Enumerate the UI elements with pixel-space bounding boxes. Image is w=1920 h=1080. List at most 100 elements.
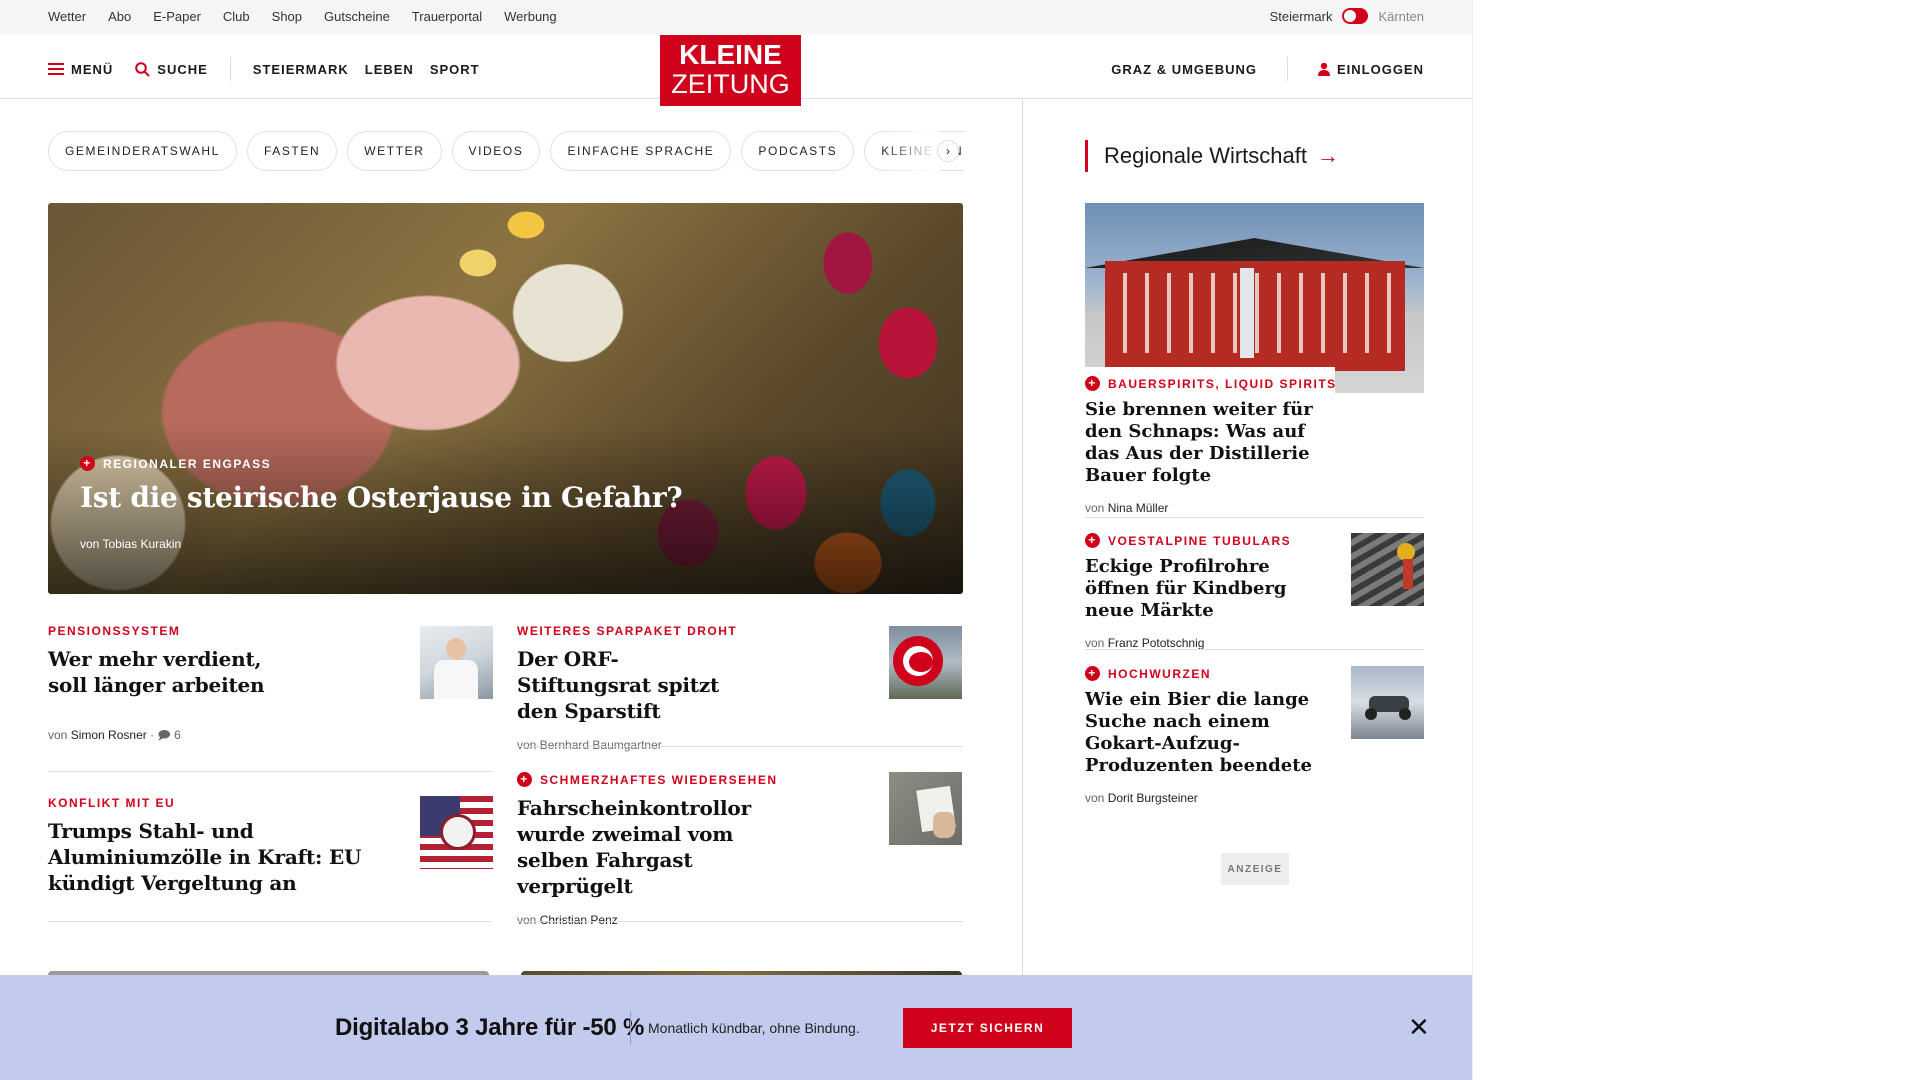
login-button[interactable]: EINLOGGEN bbox=[1317, 61, 1424, 77]
author-name: Nina Müller bbox=[1107, 501, 1169, 515]
utility-link-epaper[interactable]: E-Paper bbox=[153, 9, 201, 24]
utility-link-werbung[interactable]: Werbung bbox=[504, 9, 557, 24]
header-nav-left: MENÜ SUCHE STEIERMARK LEBEN SPORT bbox=[48, 57, 480, 81]
row-divider bbox=[517, 746, 963, 747]
header-nav-right: GRAZ & UMGEBUNG EINLOGGEN bbox=[1111, 57, 1424, 81]
chips-next-button[interactable]: › bbox=[937, 140, 959, 162]
sidebar-lead-image[interactable] bbox=[1085, 203, 1424, 393]
sidebar-thumbnail bbox=[1351, 533, 1424, 606]
teaser-title[interactable]: Trumps Stahl- und Aluminiumzölle in Kraf… bbox=[48, 818, 408, 896]
header-divider-right bbox=[1286, 57, 1288, 81]
chip-videos[interactable]: VIDEOS bbox=[451, 131, 541, 171]
author-name: Franz Pototschnig bbox=[1107, 636, 1205, 650]
utility-link-club[interactable]: Club bbox=[223, 9, 250, 24]
sidebar-meta: von Nina Müller bbox=[1085, 501, 1424, 515]
teaser-thumbnail bbox=[889, 772, 962, 845]
meta-separator: · bbox=[150, 728, 155, 742]
nav-leben[interactable]: LEBEN bbox=[365, 62, 414, 77]
plus-icon: + bbox=[517, 772, 532, 787]
author-prefix: von bbox=[1085, 501, 1105, 515]
author-prefix: von bbox=[1085, 636, 1105, 650]
nav-sport[interactable]: SPORT bbox=[430, 62, 480, 77]
sidebar-title[interactable]: Sie brennen weiter für den Schnaps: Was … bbox=[1085, 399, 1330, 487]
chip-podcasts[interactable]: PODCASTS bbox=[741, 131, 855, 171]
sidebar-article-bauerspirits[interactable]: + BAUERSPIRITS, LIQUID SPIRITS Sie brenn… bbox=[1085, 376, 1424, 515]
author-name: Bernhard Baumgartner bbox=[539, 738, 662, 752]
nav-steiermark[interactable]: STEIERMARK bbox=[253, 62, 349, 77]
teaser-thumbnail bbox=[420, 626, 493, 699]
teaser-kicker-text: SCHMERZHAFTES WIEDERSEHEN bbox=[540, 772, 778, 787]
author-prefix: von bbox=[48, 728, 68, 742]
teaser-thumbnail bbox=[889, 626, 962, 699]
menu-button[interactable]: MENÜ bbox=[48, 62, 113, 77]
region-link[interactable]: GRAZ & UMGEBUNG bbox=[1111, 62, 1257, 77]
hero-article[interactable]: + REGIONALER ENGPASS Ist die steirische … bbox=[48, 203, 963, 594]
teaser-title[interactable]: Der ORF-Stiftungsrat spitzt den Sparstif… bbox=[517, 646, 747, 724]
plus-icon: + bbox=[1085, 376, 1100, 391]
utility-link-shop[interactable]: Shop bbox=[272, 9, 302, 24]
row-divider bbox=[1085, 649, 1424, 650]
region-steiermark[interactable]: Steiermark bbox=[1270, 9, 1333, 24]
utility-bar: Wetter Abo E-Paper Club Shop Gutscheine … bbox=[0, 0, 1472, 34]
arrow-right-icon: → bbox=[1316, 143, 1339, 168]
close-icon[interactable]: ✕ bbox=[1408, 1013, 1430, 1041]
region-toggle[interactable] bbox=[1342, 8, 1369, 24]
promo-cta-button[interactable]: JETZT SICHERN bbox=[903, 1008, 1072, 1048]
hero-title[interactable]: Ist die steirische Osterjause in Gefahr? bbox=[80, 481, 683, 515]
chip-wetter[interactable]: WETTER bbox=[347, 131, 442, 171]
teaser-meta: von Bernhard Baumgartner bbox=[517, 738, 962, 752]
sidebar-title[interactable]: Eckige Profilrohre öffnen für Kindberg n… bbox=[1085, 556, 1330, 622]
ad-label: ANZEIGE bbox=[1221, 853, 1289, 885]
teaser-meta: von Christian Penz bbox=[517, 913, 962, 927]
site-header: MENÜ SUCHE STEIERMARK LEBEN SPORT KLEINE… bbox=[0, 34, 1472, 106]
utility-link-abo[interactable]: Abo bbox=[108, 9, 131, 24]
logo-line-2: ZEITUNG bbox=[671, 69, 790, 99]
search-button[interactable]: SUCHE bbox=[135, 62, 208, 77]
chip-einfache-sprache[interactable]: EINFACHE SPRACHE bbox=[550, 131, 732, 171]
plus-icon: + bbox=[80, 456, 95, 471]
hero-kicker-text: REGIONALER ENGPASS bbox=[103, 456, 272, 471]
sidebar-heading[interactable]: Regionale Wirtschaft → bbox=[1085, 140, 1339, 172]
chip-gemeinderatswahl[interactable]: GEMEINDERATSWAHL bbox=[48, 131, 237, 171]
utility-link-gutscheine[interactable]: Gutscheine bbox=[324, 9, 390, 24]
author-name: Dorit Burgsteiner bbox=[1107, 791, 1198, 805]
sidebar-article-voestalpine[interactable]: + VOESTALPINE TUBULARS Eckige Profilrohr… bbox=[1085, 533, 1424, 650]
right-gutter bbox=[1472, 0, 1920, 1080]
chevron-right-icon: › bbox=[946, 144, 950, 158]
sidebar-title[interactable]: Wie ein Bier die lange Suche nach einem … bbox=[1085, 689, 1330, 777]
teaser-trump-zoelle[interactable]: KONFLIKT MIT EU Trumps Stahl- und Alumin… bbox=[48, 796, 493, 896]
search-icon bbox=[135, 61, 150, 77]
teaser-title[interactable]: Wer mehr verdient, soll länger arbeiten bbox=[48, 646, 278, 698]
author-prefix: von bbox=[517, 913, 537, 927]
utility-link-trauerportal[interactable]: Trauerportal bbox=[412, 9, 482, 24]
sidebar-thumbnail bbox=[1351, 666, 1424, 739]
promo-title: Digitalabo 3 Jahre für -50 % bbox=[335, 1014, 645, 1041]
teaser-orf[interactable]: WEITERES SPARPAKET DROHT Der ORF-Stiftun… bbox=[517, 624, 962, 752]
search-label: SUCHE bbox=[157, 61, 208, 77]
region-kaernten[interactable]: Kärnten bbox=[1378, 9, 1424, 24]
teaser-title[interactable]: Fahrscheinkontrollor wurde zweimal vom s… bbox=[517, 795, 807, 899]
comment-count[interactable]: 6 bbox=[174, 728, 181, 742]
login-label: EINLOGGEN bbox=[1336, 61, 1424, 77]
sidebar-kicker-text: HOCHWURZEN bbox=[1108, 666, 1211, 681]
building-sign bbox=[1240, 268, 1254, 358]
topic-chips: GEMEINDERATSWAHL FASTEN WETTER VIDEOS EI… bbox=[48, 131, 964, 171]
sidebar-article-hochwurzen[interactable]: + HOCHWURZEN Wie ein Bier die lange Such… bbox=[1085, 666, 1424, 805]
author-prefix: von bbox=[1085, 791, 1105, 805]
plus-icon: + bbox=[1085, 666, 1100, 681]
site-logo[interactable]: KLEINE ZEITUNG bbox=[660, 35, 801, 106]
comment-icon: 🗩 bbox=[157, 728, 171, 742]
sidebar-kicker-text: VOESTALPINE TUBULARS bbox=[1108, 533, 1292, 548]
author-prefix: von bbox=[517, 738, 537, 752]
teaser-meta: von Simon Rosner · 🗩 6 bbox=[48, 726, 493, 747]
chip-fasten[interactable]: FASTEN bbox=[246, 131, 338, 171]
teaser-thumbnail bbox=[420, 796, 493, 869]
author-name: Simon Rosner bbox=[70, 728, 147, 742]
sidebar-kicker: + BAUERSPIRITS, LIQUID SPIRITS bbox=[1085, 376, 1424, 391]
utility-link-wetter[interactable]: Wetter bbox=[48, 9, 86, 24]
promo-divider bbox=[630, 1011, 631, 1045]
teaser-pensionssystem[interactable]: PENSIONSSYSTEM Wer mehr verdient, soll l… bbox=[48, 624, 493, 747]
teaser-fahrscheinkontrollor[interactable]: + SCHMERZHAFTES WIEDERSEHEN Fahrscheinko… bbox=[517, 772, 962, 927]
hamburger-icon bbox=[48, 63, 64, 75]
sidebar-meta: von Dorit Burgsteiner bbox=[1085, 791, 1424, 805]
